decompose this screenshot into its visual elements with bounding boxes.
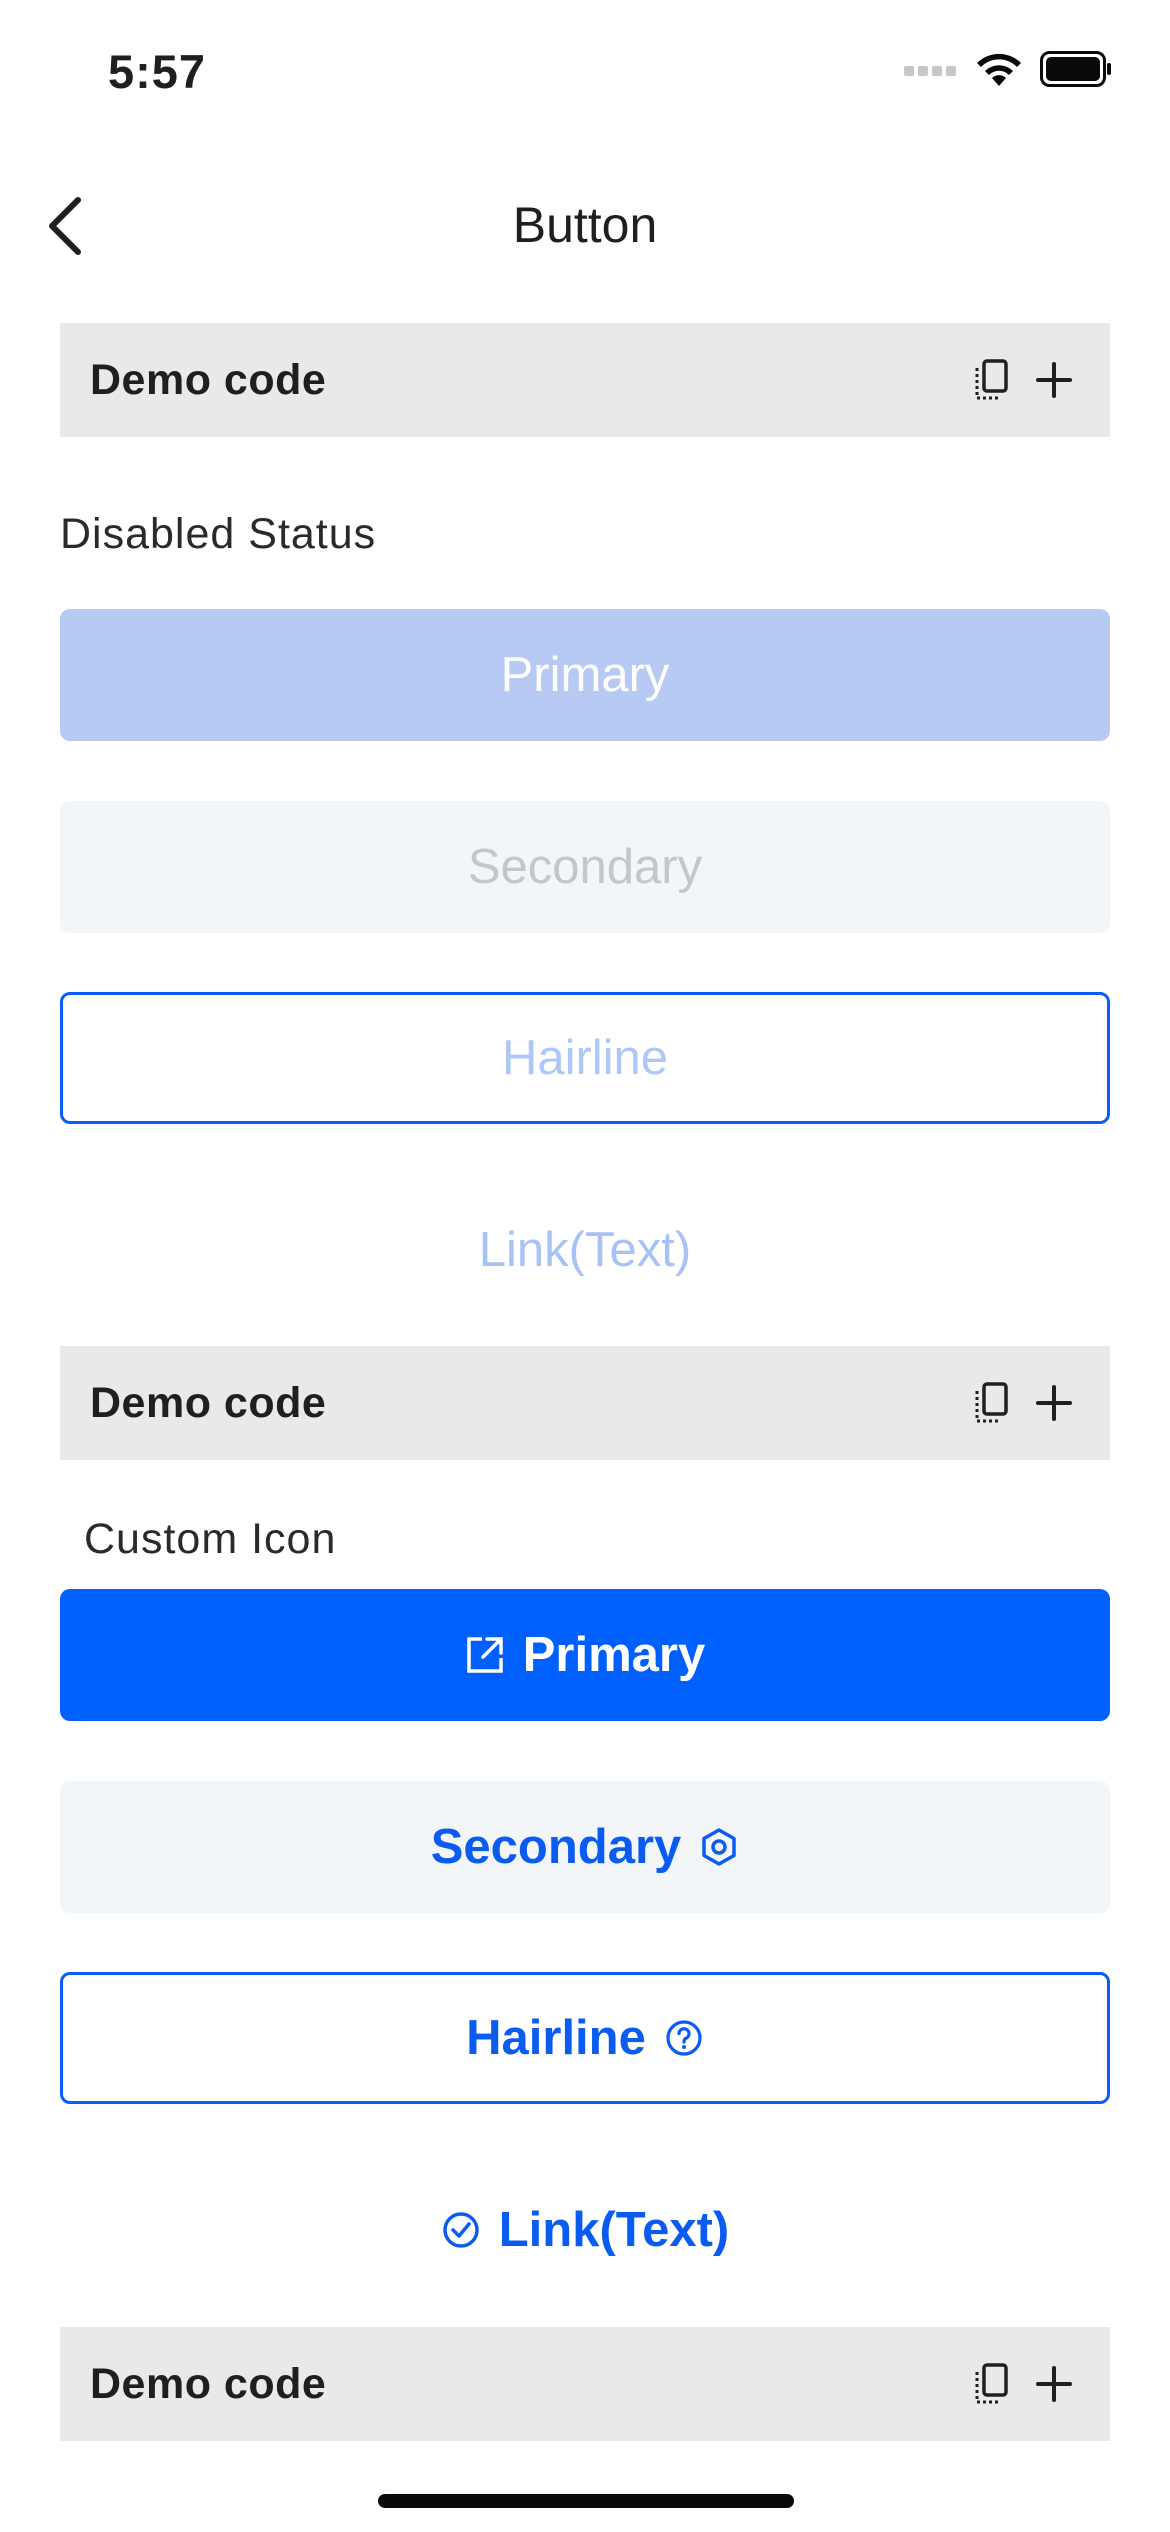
primary-button-label: Primary: [500, 648, 670, 702]
plus-icon[interactable]: [1034, 1383, 1074, 1423]
link-icon-button-label: Link(Text): [498, 2203, 730, 2257]
question-circle-icon: [666, 2020, 702, 2056]
demo-code-actions: [972, 358, 1074, 402]
demo-code-bar[interactable]: Demo code: [60, 1346, 1110, 1460]
plus-icon[interactable]: [1034, 2364, 1074, 2404]
demo-code-bar[interactable]: Demo code: [60, 2327, 1110, 2441]
copy-icon[interactable]: [972, 358, 1012, 402]
cellular-signal-icon: [904, 66, 956, 76]
copy-icon[interactable]: [972, 1381, 1012, 1425]
primary-icon-button[interactable]: Primary: [60, 1589, 1110, 1721]
demo-code-label: Demo code: [90, 2359, 327, 2408]
hairline-icon-button-label: Hairline: [466, 2011, 646, 2065]
hairline-button-disabled[interactable]: Hairline: [60, 992, 1110, 1124]
custom-icon-label: Custom Icon: [84, 1515, 337, 1563]
status-icons: [904, 50, 1112, 88]
demo-code-actions: [972, 2362, 1074, 2406]
hairline-button-label: Hairline: [501, 1031, 669, 1085]
demo-code-label: Demo code: [90, 355, 327, 404]
primary-icon-button-label: Primary: [522, 1628, 706, 1682]
wifi-icon: [977, 53, 1021, 86]
check-circle-icon: [443, 2212, 479, 2248]
secondary-icon-button-label: Secondary: [430, 1820, 682, 1874]
plus-icon[interactable]: [1034, 360, 1074, 400]
external-link-icon: [466, 1637, 503, 1673]
secondary-icon-button[interactable]: Secondary: [60, 1781, 1110, 1913]
demo-code-actions: [972, 1381, 1074, 1425]
settings-hexagon-icon: [702, 1828, 737, 1866]
link-button-label: Link(Text): [478, 1223, 692, 1277]
demo-code-bar[interactable]: Demo code: [60, 323, 1110, 437]
link-button-disabled[interactable]: Link(Text): [60, 1184, 1110, 1316]
copy-icon[interactable]: [972, 2362, 1012, 2406]
hairline-icon-button[interactable]: Hairline: [60, 1972, 1110, 2104]
primary-button-disabled[interactable]: Primary: [60, 609, 1110, 741]
secondary-button-disabled[interactable]: Secondary: [60, 801, 1110, 933]
demo-code-label: Demo code: [90, 1378, 327, 1427]
secondary-button-label: Secondary: [467, 840, 703, 894]
disabled-status-label: Disabled Status: [60, 510, 377, 558]
status-time: 5:57: [108, 45, 207, 98]
battery-icon: [1040, 51, 1111, 87]
home-indicator[interactable]: [378, 2494, 794, 2508]
link-icon-button[interactable]: Link(Text): [60, 2164, 1110, 2296]
page-title: Button: [512, 197, 658, 253]
